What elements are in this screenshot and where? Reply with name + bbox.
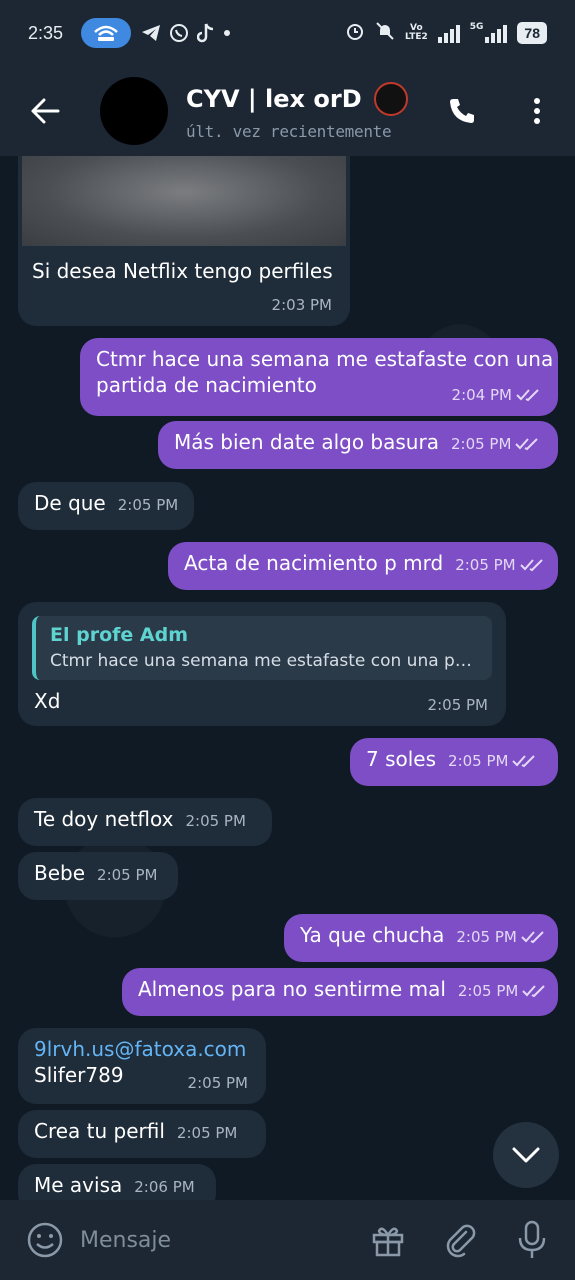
message-outgoing[interactable]: Acta de nacimiento p mrd 2:05 PM xyxy=(168,542,558,590)
message-time: 2:05 PM xyxy=(187,1074,248,1092)
double-check-icon xyxy=(512,755,536,768)
hotspot-icon xyxy=(81,18,132,48)
message-text: Crea tu perfil xyxy=(34,1119,165,1143)
message-text: 7 soles xyxy=(366,747,437,771)
message-text: Me avisa xyxy=(34,1173,123,1197)
email-link[interactable]: 9lrvh.us@fatoxa.com xyxy=(34,1036,250,1062)
gift-button[interactable] xyxy=(367,1219,409,1261)
attach-button[interactable] xyxy=(439,1219,481,1261)
message-incoming[interactable]: 9lrvh.us@fatoxa.com Slifer789 2:05 PM xyxy=(18,1028,266,1104)
whatsapp-icon xyxy=(169,23,189,43)
battery-icon: 78 xyxy=(517,22,547,44)
message-incoming[interactable]: De que 2:05 PM xyxy=(18,482,194,530)
double-check-icon xyxy=(519,559,543,572)
back-button[interactable] xyxy=(0,66,90,156)
message-outgoing[interactable]: 7 soles 2:05 PM xyxy=(350,738,558,786)
message-incoming[interactable]: Te doy netflox 2:05 PM xyxy=(18,798,272,846)
message-text: Si desea Netflix tengo perfiles xyxy=(32,259,333,283)
dot-icon xyxy=(223,29,231,37)
status-bar: 2:35 Vo LTE2 5G 78 xyxy=(0,0,575,66)
message-text: Bebe xyxy=(34,861,86,885)
blurred-media[interactable] xyxy=(22,156,346,246)
smiley-icon xyxy=(27,1222,63,1258)
volte-indicator: Vo LTE2 xyxy=(404,23,428,42)
message-time: 2:06 PM xyxy=(134,1178,195,1196)
chat-title-area[interactable]: CYV | lex orD últ. vez recientemente xyxy=(186,81,408,141)
more-vertical-icon xyxy=(534,98,540,124)
message-time: 2:05 PM xyxy=(450,435,512,453)
message-time: 2:03 PM xyxy=(271,296,332,314)
message-time: 2:05 PM xyxy=(117,496,179,514)
message-time: 2:05 PM xyxy=(455,556,516,574)
status-time: 2:35 xyxy=(28,22,64,43)
chat-header: CYV | lex orD últ. vez recientemente xyxy=(0,66,575,156)
chat-title: CYV | lex orD xyxy=(186,84,362,113)
alarm-icon xyxy=(345,21,365,46)
logo-icon xyxy=(373,81,408,116)
message-text: Almenos para no sentirme mal xyxy=(138,977,446,1001)
message-time: 2:05 PM xyxy=(448,752,509,770)
double-check-icon xyxy=(515,438,539,451)
message-incoming[interactable]: Crea tu perfil 2:05 PM xyxy=(18,1110,266,1158)
double-check-icon xyxy=(521,931,544,944)
voice-button[interactable] xyxy=(511,1219,553,1261)
reply-author: El profe Adm xyxy=(50,624,189,646)
gift-icon xyxy=(372,1227,404,1257)
message-outgoing[interactable]: Almenos para no sentirme mal 2:05 PM xyxy=(122,968,558,1016)
telegram-icon xyxy=(141,24,161,42)
message-text: De que xyxy=(34,491,106,515)
scroll-down-button[interactable] xyxy=(493,1122,559,1188)
signal-icon xyxy=(437,23,460,43)
mute-icon xyxy=(375,21,395,46)
reply-preview[interactable]: El profe Adm Ctmr hace una semana me est… xyxy=(32,616,492,680)
chevron-down-icon xyxy=(512,1147,540,1163)
message-time: 2:05 PM xyxy=(185,812,246,830)
message-incoming[interactable]: Si desea Netflix tengo perfiles 2:03 PM xyxy=(18,156,350,326)
message-outgoing[interactable]: Ctmr hace una semana me estafaste con un… xyxy=(80,338,558,416)
message-text: Te doy netflox xyxy=(34,807,174,831)
reply-text: Ctmr hace una semana me estafaste con un… xyxy=(50,651,478,671)
emoji-button[interactable] xyxy=(22,1217,68,1263)
microphone-icon xyxy=(518,1220,546,1258)
phone-icon xyxy=(450,99,474,123)
paperclip-icon xyxy=(446,1224,476,1258)
chat-area[interactable]: Si desea Netflix tengo perfiles 2:03 PM … xyxy=(0,156,575,1200)
message-time: 2:05 PM xyxy=(456,928,517,946)
avatar[interactable] xyxy=(100,77,168,145)
arrow-left-icon xyxy=(31,98,60,124)
message-time: 2:05 PM xyxy=(457,982,519,1000)
message-text-line1: Ctmr hace una semana me estafaste con un… xyxy=(96,347,554,371)
double-check-icon xyxy=(522,985,546,998)
message-text: Acta de nacimiento p mrd xyxy=(184,551,444,575)
message-text: Xd xyxy=(34,689,61,713)
message-composer xyxy=(0,1200,575,1280)
message-time: 2:05 PM xyxy=(176,1124,238,1142)
message-incoming[interactable]: El profe Adm Ctmr hace una semana me est… xyxy=(18,602,506,726)
message-time: 2:04 PM xyxy=(451,386,512,404)
message-text: Más bien date algo basura xyxy=(174,430,439,454)
chat-status: últ. vez recientemente xyxy=(186,121,392,141)
more-menu-button[interactable] xyxy=(519,88,555,134)
double-check-icon xyxy=(516,389,539,402)
message-incoming[interactable]: Me avisa 2:06 PM xyxy=(18,1164,216,1200)
message-time: 2:05 PM xyxy=(97,866,158,884)
message-outgoing[interactable]: Más bien date algo basura 2:05 PM xyxy=(158,421,558,469)
message-input[interactable] xyxy=(80,1227,330,1253)
message-incoming[interactable]: Bebe 2:05 PM xyxy=(18,852,178,900)
message-time: 2:05 PM xyxy=(427,696,488,714)
signal-5g-icon: 5G xyxy=(470,23,508,43)
message-outgoing[interactable]: Ya que chucha 2:05 PM xyxy=(284,914,558,962)
call-button[interactable] xyxy=(439,88,485,134)
chat-title-row: CYV | lex orD xyxy=(186,81,408,116)
tiktok-icon xyxy=(197,23,215,43)
message-text: Ya que chucha xyxy=(300,923,445,947)
